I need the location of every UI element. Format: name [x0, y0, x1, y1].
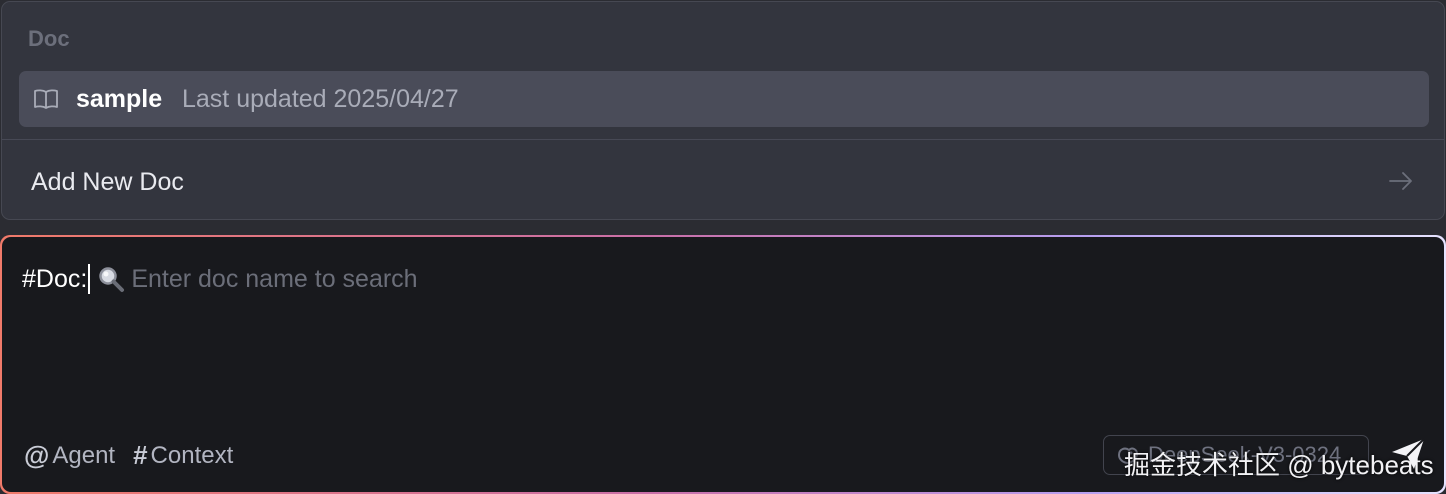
agent-button[interactable]: @ Agent	[24, 440, 115, 471]
search-icon	[99, 267, 125, 292]
doc-context-tag[interactable]: #Doc:	[22, 265, 87, 294]
add-new-doc-label: Add New Doc	[31, 168, 184, 196]
at-icon: @	[24, 440, 50, 470]
agent-label: Agent	[52, 441, 116, 469]
doc-picker-panel: Doc sample Last updated 2025/04/27 Add N…	[1, 1, 1445, 220]
context-button[interactable]: # Context	[133, 440, 233, 471]
watermark: 掘金技术社区 @ bytebeats	[1124, 450, 1434, 480]
doc-list-item[interactable]: sample Last updated 2025/04/27	[19, 71, 1429, 127]
book-icon	[34, 89, 58, 109]
send-icon[interactable]	[1390, 437, 1426, 471]
input-line: #Doc:	[22, 263, 832, 295]
doc-last-updated: Last updated 2025/04/27	[182, 85, 459, 113]
add-new-doc-button[interactable]: Add New Doc	[2, 140, 1444, 220]
doc-search-input[interactable]	[131, 264, 832, 294]
doc-name: sample	[76, 85, 163, 113]
arrow-right-icon	[1389, 172, 1412, 190]
chat-input-box[interactable]: #Doc: @ Agent # Context D	[2, 237, 1444, 492]
text-caret	[88, 264, 91, 294]
hash-icon: #	[133, 440, 148, 470]
chat-input-container: #Doc: @ Agent # Context D	[0, 235, 1446, 494]
input-footer: @ Agent # Context	[24, 440, 233, 471]
context-label: Context	[150, 441, 234, 469]
panel-heading: Doc	[28, 26, 70, 51]
